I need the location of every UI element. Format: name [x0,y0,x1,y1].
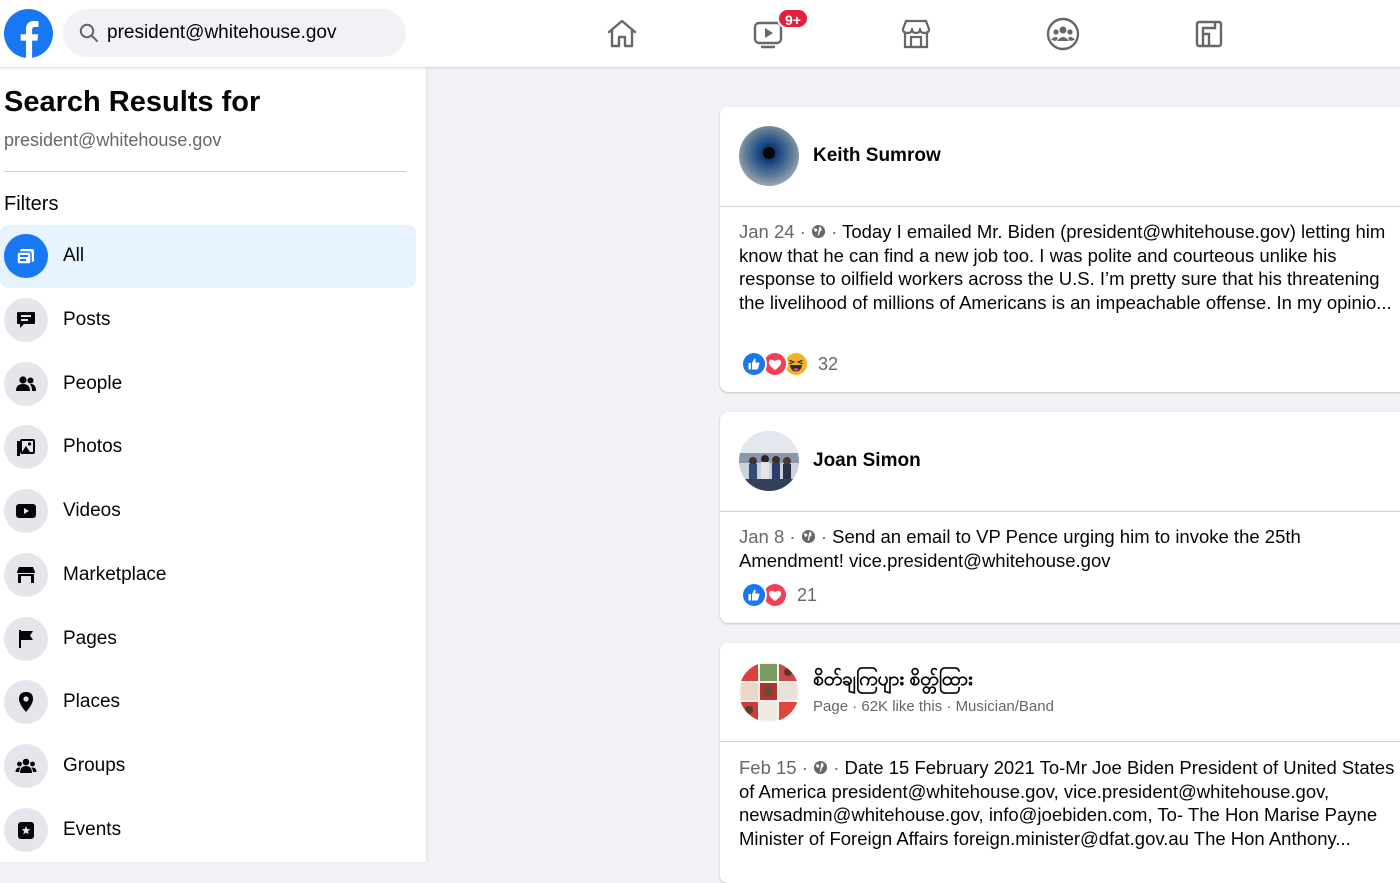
post-author[interactable]: Joan Simon [813,450,921,472]
filter-item-places[interactable]: Places [0,671,416,734]
post-date[interactable]: Jan 24 [739,221,795,242]
divider [720,206,1400,207]
post-body: Feb 15 · · Date 15 February 2021 To-Mr J… [739,757,1395,849]
reaction-summary[interactable]: 32 [741,351,839,377]
pages-icon [4,617,48,661]
filter-item-pages[interactable]: Pages [0,608,416,671]
home-icon[interactable] [605,17,639,51]
facebook-logo-icon[interactable] [4,9,53,58]
groups-icon[interactable] [1046,17,1080,51]
post-date[interactable]: Feb 15 [739,757,797,778]
avatar[interactable] [739,126,799,186]
marketplace-icon [4,553,48,597]
post-author[interactable]: စိတ်ချကြပျား စိတ္တ်ထြား [813,667,973,695]
divider [4,171,406,172]
avatar[interactable] [739,431,799,491]
post-card: Keith Sumrow Jan 24 · · Today I emailed … [720,107,1400,392]
people-icon [4,362,48,406]
posts-icon [4,298,48,342]
search-query-text: president@whitehouse.gov [4,130,222,150]
filter-label: Videos [63,500,121,521]
avatar[interactable] [739,662,799,722]
filter-item-marketplace[interactable]: Marketplace [0,544,416,607]
post-body: Jan 8 · · Send an email to VP Pence urgi… [739,526,1301,571]
photos-icon [4,425,48,469]
groups-icon [4,744,48,788]
post-card: Joan Simon Jan 8 · · Send an email to VP… [720,412,1400,623]
post-author[interactable]: Keith Sumrow [813,145,941,167]
page-subtitle: Page · 62K like this · Musician/Band [813,698,1054,715]
search-input[interactable] [107,9,387,57]
reaction-summary[interactable]: 21 [741,582,818,608]
filter-item-photos[interactable]: Photos [0,416,416,479]
filter-label: Pages [63,628,117,649]
all-icon [4,234,48,278]
search-filters-sidebar: Search Results for president@whitehouse.… [0,67,426,862]
post-card: စိတ်ချကြပျား စိတ္တ်ထြား Page · 62K like … [720,643,1400,883]
marketplace-icon[interactable] [899,17,933,51]
like-reaction-icon [741,351,767,377]
filter-label: People [63,373,123,394]
globe-icon [801,529,815,544]
reaction-count: 32 [818,353,839,374]
filter-label: Events [63,819,122,840]
filter-item-events[interactable]: Events [0,799,416,862]
page-title: Search Results for [4,86,261,118]
globe-icon [814,760,828,775]
filter-label: All [63,245,85,266]
places-icon [4,680,48,724]
globe-icon [811,224,826,239]
post-body: Jan 24 · · Today I emailed Mr. Biden (pr… [739,221,1392,313]
divider [720,741,1400,742]
filter-item-people[interactable]: People [0,353,416,416]
videos-icon [4,489,48,533]
filter-item-posts[interactable]: Posts [0,289,416,352]
like-reaction-icon [741,582,767,608]
filter-label: Posts [63,309,111,330]
search-icon [79,23,98,42]
filter-label: Groups [63,755,126,776]
gaming-icon[interactable] [1192,17,1226,51]
filter-label: Places [63,691,121,712]
filter-item-all[interactable]: All [0,225,416,288]
top-navigation-bar: 9+ [0,0,1400,67]
filters-heading: Filters [4,193,59,215]
filter-item-groups[interactable]: Groups [0,735,416,798]
filter-label: Marketplace [63,564,167,585]
filter-label: Photos [63,436,123,457]
filter-item-videos[interactable]: Videos [0,480,416,543]
search-box[interactable] [63,9,406,57]
post-date[interactable]: Jan 8 [739,526,784,547]
events-icon [4,808,48,852]
notification-badge: 9+ [777,8,809,29]
divider [720,511,1400,512]
reaction-count: 21 [797,584,818,605]
